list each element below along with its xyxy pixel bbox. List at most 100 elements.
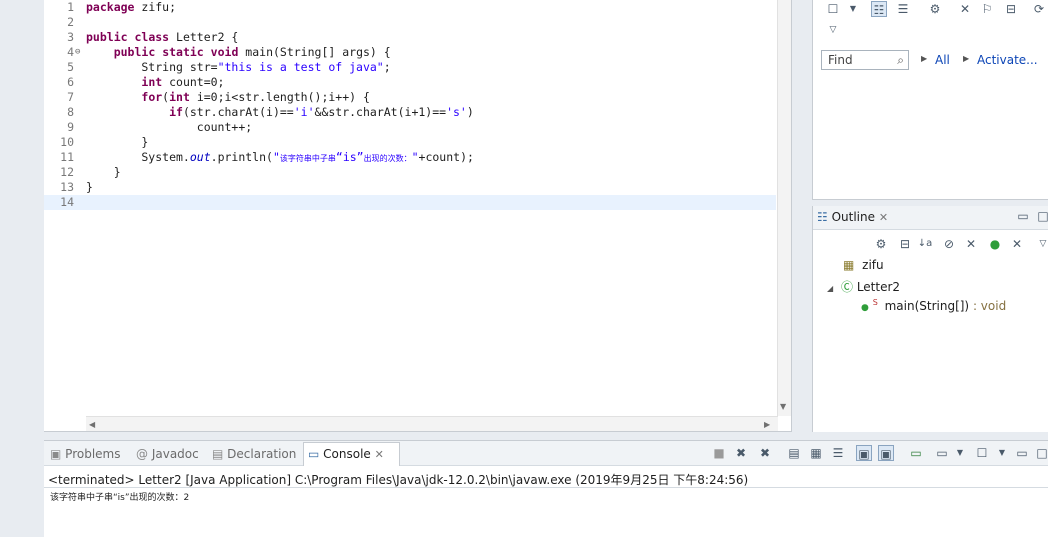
code-text: } <box>86 180 93 195</box>
scroll-right-arrow-icon[interactable]: ▶ <box>764 420 770 429</box>
dropdown-arrow-icon[interactable]: ▼ <box>952 445 968 461</box>
editor-vertical-scrollbar[interactable]: ▼ <box>777 0 791 416</box>
scroll-down-arrow-icon[interactable]: ▼ <box>780 402 786 411</box>
maximize-icon[interactable]: □ <box>1034 445 1048 461</box>
activate-arrow-icon: ▶ <box>963 54 970 63</box>
dropdown-arrow-icon[interactable]: ▼ <box>845 1 861 17</box>
close-icon[interactable]: ✕ <box>375 448 384 461</box>
code-line[interactable]: 14 <box>44 195 776 210</box>
remove-all-terminated-icon[interactable]: ✖ <box>757 445 773 461</box>
public-member-icon[interactable]: ● <box>987 236 1003 252</box>
fold-toggle-icon[interactable]: ⊖ <box>75 45 80 60</box>
code-text: count++; <box>86 120 252 135</box>
code-editor[interactable]: 1 package zifu; 2 3 public class Letter2 {4 ⊖… <box>44 0 792 432</box>
code-line[interactable]: 1 package zifu; <box>44 0 776 15</box>
code-line[interactable]: 3 public class Letter2 { <box>44 30 776 45</box>
line-number: 14 <box>60 195 74 209</box>
expand-arrow-icon[interactable]: ◢ <box>827 284 833 293</box>
code-token: static <box>162 45 204 59</box>
outline-tab-label: Outline <box>831 210 876 224</box>
hide-fields-icon[interactable]: ⚙ <box>873 236 889 252</box>
problems-icon: ▣ <box>50 447 62 461</box>
code-token: public <box>86 30 128 44</box>
code-line[interactable]: 5 String str="this is a test of java"; <box>44 60 776 75</box>
activate-link[interactable]: Activate... <box>977 53 1038 67</box>
code-line[interactable]: 10 } <box>44 135 776 150</box>
find-input[interactable]: Find ⌕ <box>821 50 909 70</box>
tab-javadoc[interactable]: @ Javadoc <box>136 447 199 461</box>
scroll-lock-icon[interactable]: ▦ <box>808 445 824 461</box>
dropdown-arrow-icon[interactable]: ▼ <box>994 445 1010 461</box>
tab-problems[interactable]: ▣ Problems <box>50 447 120 461</box>
categorized-icon[interactable]: ☷ <box>871 1 887 17</box>
code-token: 'i' <box>293 105 315 119</box>
open-console-icon[interactable]: ☐ <box>974 445 990 461</box>
tree-item-method[interactable]: ● S main(String[]) : void <box>861 298 1006 313</box>
console-output[interactable]: 该字符串中子串“is”出现的次数：2 <box>50 490 189 503</box>
code-text: int count=0; <box>86 75 224 90</box>
minimize-icon[interactable]: ▭ <box>1014 445 1030 461</box>
tree-item-package[interactable]: ▦ zifu <box>843 258 884 272</box>
tab-outline[interactable]: ☷ Outline ✕ <box>817 210 888 224</box>
code-line[interactable]: 9 count++; <box>44 120 776 135</box>
hide-local-types-icon[interactable]: ✕ <box>1009 236 1025 252</box>
close-icon[interactable]: ✕ <box>879 211 888 224</box>
hide-static-icon[interactable]: ✕ <box>963 236 979 252</box>
code-line[interactable]: 12 } <box>44 165 776 180</box>
focus-icon[interactable]: ⚐ <box>979 1 995 17</box>
view-menu-icon[interactable]: ▽ <box>825 22 841 38</box>
view-menu-icon[interactable]: ▽ <box>1035 236 1048 252</box>
code-token: } <box>86 180 93 194</box>
code-line[interactable]: 8 if(str.charAt(i)=='i'&&str.charAt(i+1)… <box>44 105 776 120</box>
filter-icon[interactable]: ⚙ <box>927 1 943 17</box>
editor-horizontal-scrollbar[interactable]: ◀ ▶ <box>86 416 778 431</box>
code-line[interactable]: 2 <box>44 15 776 30</box>
sync-icon[interactable]: ⟳ <box>1031 1 1047 17</box>
code-token: System. <box>86 150 190 164</box>
code-text: System.out.println("该字符串中子串“is”出现的次数："+c… <box>86 150 474 166</box>
code-line[interactable]: 6 int count=0; <box>44 75 776 90</box>
code-text: for(int i=0;i<str.length();i++) { <box>86 90 370 105</box>
tab-declaration[interactable]: ▤ Declaration <box>212 447 296 461</box>
minimize-icon[interactable]: ▭ <box>1015 208 1031 224</box>
console-tab-label: Console <box>323 447 371 461</box>
hide-nonpublic-icon[interactable]: ⊘ <box>941 236 957 252</box>
tab-console[interactable]: ▭ Console ✕ <box>308 447 384 461</box>
line-number: 6 <box>67 75 74 89</box>
javadoc-icon: @ <box>136 447 148 461</box>
all-link[interactable]: All <box>935 53 950 67</box>
scheduled-icon[interactable]: ☰ <box>895 1 911 17</box>
code-line[interactable]: 4 ⊖ public static void main(String[] args… <box>44 45 776 60</box>
hide-completed-icon[interactable]: ✕ <box>957 1 973 17</box>
word-wrap-icon[interactable]: ☰ <box>830 445 846 461</box>
code-token: void <box>210 45 239 59</box>
tree-item-class[interactable]: ◢ Ⓒ Letter2 <box>827 278 900 295</box>
display-selected-console-icon[interactable]: ▭ <box>934 445 950 461</box>
show-on-stdout-icon[interactable]: ▣ <box>856 445 872 461</box>
static-marker: S <box>872 298 878 307</box>
show-on-stderr-icon[interactable]: ▣ <box>878 445 894 461</box>
line-number: 5 <box>67 60 74 74</box>
collapse-all-icon[interactable]: ⊟ <box>1003 1 1019 17</box>
line-number: 9 <box>67 120 74 134</box>
collapse-icon[interactable]: ⊟ <box>897 236 913 252</box>
code-line[interactable]: 7 for(int i=0;i<str.length();i++) { <box>44 90 776 105</box>
pin-console-icon[interactable]: ▭ <box>908 445 924 461</box>
code-line[interactable]: 13} <box>44 180 776 195</box>
class-name: Letter2 <box>856 280 901 294</box>
code-token: main(String[] args) { <box>238 45 391 59</box>
maximize-icon[interactable]: □ <box>1035 208 1048 224</box>
scroll-left-arrow-icon[interactable]: ◀ <box>89 420 95 429</box>
sort-icon[interactable]: ↓a <box>917 236 933 252</box>
code-line[interactable]: 11 System.out.println("该字符串中子串“is”出现的次数：… <box>44 150 776 165</box>
code-token: 该字符串中子串 <box>279 154 336 163</box>
code-token: count=0; <box>162 75 225 89</box>
new-task-icon[interactable]: ☐ <box>825 1 841 17</box>
terminate-icon[interactable]: ■ <box>711 445 727 461</box>
left-trim <box>0 0 44 537</box>
clear-console-icon[interactable]: ▤ <box>786 445 802 461</box>
package-name: zifu <box>862 258 884 272</box>
remove-launch-icon[interactable]: ✖ <box>733 445 749 461</box>
